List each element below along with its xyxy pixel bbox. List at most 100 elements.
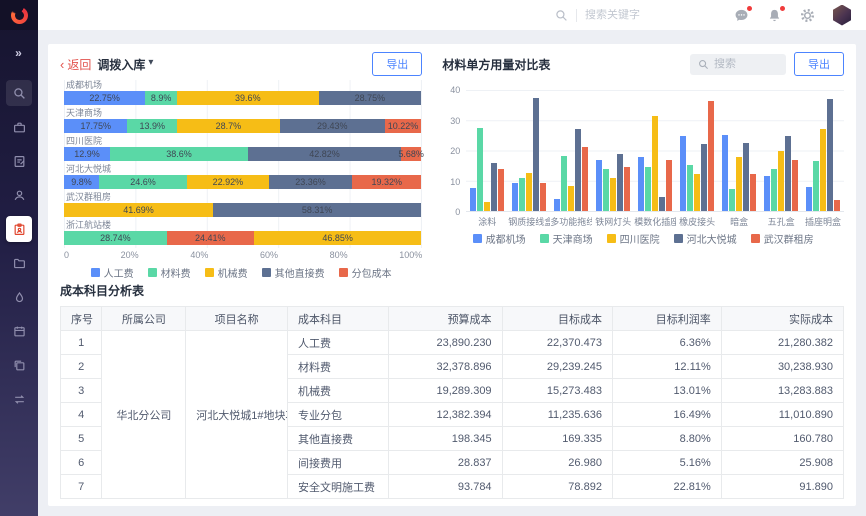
- bar[interactable]: [764, 176, 770, 211]
- bar[interactable]: [722, 135, 728, 211]
- bar[interactable]: [659, 197, 665, 211]
- sidebar-item-company[interactable]: [6, 114, 32, 140]
- sidebar-item-cost[interactable]: [6, 216, 32, 242]
- bar-segment[interactable]: 41.69%: [64, 203, 213, 217]
- legend-item[interactable]: 天津商场: [540, 231, 593, 246]
- app-logo[interactable]: [0, 0, 38, 30]
- bar-segment[interactable]: 28.75%: [319, 91, 422, 105]
- bar[interactable]: [820, 129, 826, 211]
- sidebar-item-schedule[interactable]: [6, 318, 32, 344]
- export-button-left[interactable]: 导出: [372, 52, 422, 76]
- bar-segment[interactable]: 58.31%: [213, 203, 421, 217]
- chart-search[interactable]: [690, 54, 786, 75]
- bar[interactable]: [477, 128, 483, 211]
- bar-segment[interactable]: 28.74%: [64, 231, 167, 245]
- bar-segment[interactable]: 5.68%: [401, 147, 421, 161]
- bar-segment[interactable]: 17.75%: [64, 119, 127, 133]
- bar-segment[interactable]: 29.43%: [280, 119, 385, 133]
- notifications-button[interactable]: [766, 7, 783, 24]
- messages-button[interactable]: [733, 7, 750, 24]
- export-button-right[interactable]: 导出: [794, 52, 844, 76]
- bar[interactable]: [498, 169, 504, 211]
- sidebar-item-transfer[interactable]: [6, 386, 32, 412]
- sidebar-item-users[interactable]: [6, 182, 32, 208]
- bar[interactable]: [680, 136, 686, 211]
- bar-segment[interactable]: 42.82%: [248, 147, 401, 161]
- bar[interactable]: [610, 178, 616, 211]
- bar[interactable]: [491, 163, 497, 211]
- page-title-dropdown[interactable]: 调拨入库▾: [97, 56, 153, 73]
- bar[interactable]: [827, 99, 833, 211]
- stacked-chart-panel: ‹返回 调拨入库▾ 导出 成都机场22.75%8.9%39.6%28.75%天津…: [60, 52, 436, 276]
- sidebar-item-materials[interactable]: [6, 284, 32, 310]
- sidebar-item-files[interactable]: [6, 250, 32, 276]
- bar[interactable]: [568, 186, 574, 211]
- bar[interactable]: [533, 98, 539, 211]
- bar[interactable]: [638, 157, 644, 211]
- bar[interactable]: [624, 167, 630, 211]
- bar-segment[interactable]: 38.6%: [110, 147, 248, 161]
- bar-segment[interactable]: 10.22%: [385, 119, 422, 133]
- legend-item[interactable]: 四川医院: [607, 231, 660, 246]
- sidebar-item-documents[interactable]: [6, 148, 32, 174]
- bar[interactable]: [519, 178, 525, 211]
- bar[interactable]: [687, 165, 693, 211]
- settings-button[interactable]: [799, 7, 816, 24]
- bar[interactable]: [743, 143, 749, 211]
- bar[interactable]: [813, 161, 819, 211]
- bar-segment[interactable]: 12.9%: [64, 147, 110, 161]
- bar[interactable]: [729, 189, 735, 211]
- bar[interactable]: [603, 169, 609, 211]
- bar[interactable]: [701, 144, 707, 211]
- bar[interactable]: [470, 188, 476, 211]
- sidebar-item-search[interactable]: [6, 80, 32, 106]
- bar[interactable]: [834, 200, 840, 211]
- bar-segment[interactable]: 28.7%: [177, 119, 280, 133]
- bar[interactable]: [666, 160, 672, 211]
- bar[interactable]: [512, 183, 518, 211]
- bar[interactable]: [778, 151, 784, 211]
- bar[interactable]: [554, 199, 560, 211]
- bar[interactable]: [617, 154, 623, 211]
- bar[interactable]: [652, 116, 658, 211]
- bar[interactable]: [806, 187, 812, 211]
- bar[interactable]: [694, 174, 700, 211]
- bar[interactable]: [708, 101, 714, 211]
- legend-item[interactable]: 成都机场: [473, 231, 526, 246]
- bar[interactable]: [540, 183, 546, 211]
- logo-icon: [11, 7, 28, 24]
- sidebar-item-reports[interactable]: [6, 352, 32, 378]
- back-link[interactable]: ‹返回: [60, 56, 91, 73]
- bar-segment[interactable]: 46.85%: [254, 231, 421, 245]
- bar[interactable]: [561, 156, 567, 211]
- bar[interactable]: [771, 169, 777, 211]
- bar-segment[interactable]: 13.9%: [127, 119, 177, 133]
- bar[interactable]: [750, 174, 756, 211]
- bar-segment[interactable]: 24.6%: [99, 175, 187, 189]
- user-avatar[interactable]: [832, 5, 852, 26]
- bar[interactable]: [596, 160, 602, 211]
- sidebar-expand-button[interactable]: »: [6, 40, 32, 66]
- bar[interactable]: [526, 173, 532, 211]
- bar[interactable]: [575, 129, 581, 211]
- legend-item[interactable]: 河北大悦城: [674, 231, 737, 246]
- topbar-search[interactable]: [555, 9, 675, 22]
- topbar-search-input[interactable]: [585, 9, 675, 21]
- bar[interactable]: [645, 167, 651, 211]
- bar-segment[interactable]: 39.6%: [177, 91, 318, 105]
- bar-segment[interactable]: 22.92%: [187, 175, 269, 189]
- chart-search-input[interactable]: [714, 58, 774, 70]
- legend-item[interactable]: 武汉群租房: [751, 231, 814, 246]
- bar[interactable]: [736, 157, 742, 211]
- bar-segment[interactable]: 22.75%: [64, 91, 145, 105]
- bar[interactable]: [484, 202, 490, 211]
- table-row[interactable]: 1华北分公司河北大悦城1#地块项目人工费23,890.23022,370.473…: [61, 331, 844, 355]
- bar-segment[interactable]: 8.9%: [145, 91, 177, 105]
- bar-segment[interactable]: 9.8%: [64, 175, 99, 189]
- bar-segment[interactable]: 23.36%: [269, 175, 352, 189]
- bar[interactable]: [582, 147, 588, 211]
- bar-segment[interactable]: 24.41%: [167, 231, 254, 245]
- bar-segment[interactable]: 19.32%: [352, 175, 421, 189]
- bar[interactable]: [792, 160, 798, 211]
- bar[interactable]: [785, 136, 791, 211]
